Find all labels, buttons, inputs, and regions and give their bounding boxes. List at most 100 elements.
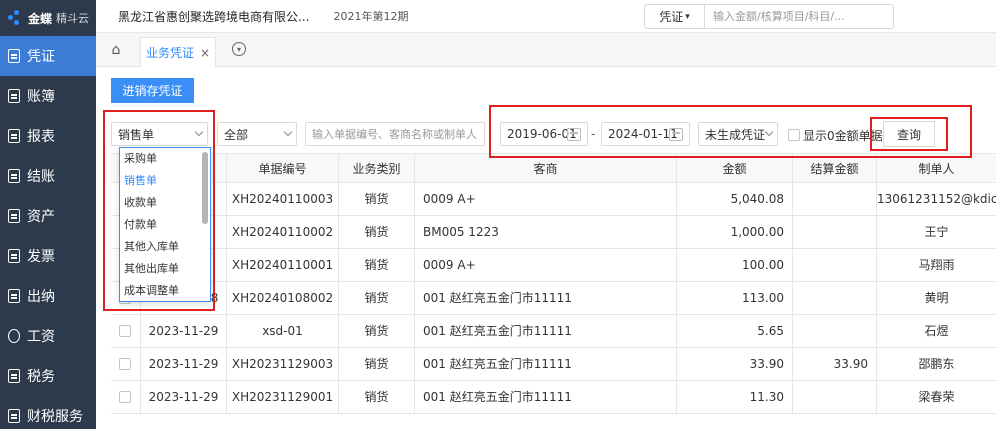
cell-amount: 33.90 — [677, 348, 793, 381]
sidebar-item-tax[interactable]: 税务 — [0, 356, 96, 396]
tab-bar: ⌂ 业务凭证 × ▾ — [96, 33, 996, 67]
sidebar-item-invoice[interactable]: 发票 — [0, 236, 96, 276]
tab-business-voucher[interactable]: 业务凭证 × — [140, 37, 216, 67]
table-row[interactable]: XH20240110002 销货 BM005 1223 1,000.00 王宁 — [111, 216, 996, 249]
sidebar-item-report[interactable]: 报表 — [0, 116, 96, 156]
keyword-input[interactable]: 输入单据编号、客商名称或制单人 — [305, 122, 485, 146]
chevron-down-icon — [283, 127, 293, 137]
cell-cat: 销货 — [339, 216, 415, 249]
cell-maker: 邵鹏东 — [918, 357, 955, 371]
row-checkbox-cell — [111, 315, 141, 348]
row-checkbox[interactable] — [119, 358, 131, 370]
cell-maker: 王宁 — [924, 225, 949, 239]
chevron-down-icon[interactable]: ▾ — [232, 42, 246, 56]
invoice-icon — [8, 249, 20, 263]
header-amount: 金额 — [677, 154, 793, 184]
sidebar-item-label: 发票 — [27, 249, 55, 265]
cell-no: XH20231129003 — [227, 348, 339, 381]
accounting-period: 2021年第12期 — [333, 10, 409, 23]
cell-settle — [793, 381, 877, 414]
logo-icon — [8, 10, 24, 26]
cell-maker: 黄明 — [924, 291, 949, 305]
assets-icon — [8, 209, 20, 223]
sidebar-item-label: 税务 — [27, 369, 55, 385]
brand-name: 金蝶 — [28, 11, 53, 26]
header-doc-no: 单据编号 — [227, 154, 339, 184]
services-icon — [8, 409, 20, 423]
table-row[interactable]: 2023-11-29 XH20231129003 销货 001 赵红亮五金门市1111… — [111, 348, 996, 381]
category-value: 全部 — [224, 127, 249, 142]
sidebar-item-ledger[interactable]: 账簿 — [0, 76, 96, 116]
cell-settle — [793, 315, 877, 348]
annotation-box-query — [870, 117, 948, 151]
company-name[interactable]: 黑龙江省惠创聚选跨境电商有限公... — [118, 8, 309, 25]
chevron-down-icon: ▾ — [685, 11, 690, 22]
sidebar-item-label: 财税服务 — [27, 409, 83, 425]
row-checkbox-cell — [111, 381, 141, 414]
sidebar-item-payroll[interactable]: 工资 — [0, 316, 96, 356]
cell-cat: 销货 — [339, 381, 415, 414]
sidebar-item-assets[interactable]: 资产 — [0, 196, 96, 236]
cell-party: BM005 1223 — [415, 216, 677, 249]
ledger-icon — [8, 89, 20, 103]
cell-party: 001 赵红亮五金门市11111 — [415, 381, 677, 414]
cell-settle — [793, 282, 877, 315]
cell-maker: 马翔雨 — [918, 258, 955, 272]
cell-no: XH20240110002 — [227, 216, 339, 249]
sidebar-item-close[interactable]: 结账 — [0, 156, 96, 196]
table-row[interactable]: 2024-01-08XH20240108002销货001 赵红亮五金门市1111… — [111, 282, 996, 315]
tab-label: 业务凭证 — [145, 46, 194, 60]
row-checkbox[interactable] — [119, 325, 131, 337]
header-maker: 制单人 — [918, 162, 955, 176]
cell-amount: 5,040.08 — [677, 183, 793, 216]
header-category: 业务类别 — [339, 154, 415, 184]
cell-amount: 100.00 — [677, 249, 793, 282]
report-icon — [8, 129, 20, 143]
sidebar-item-cashier[interactable]: 出纳 — [0, 276, 96, 316]
cell-no: XH20231129001 — [227, 381, 339, 414]
cell-maker: 13061231152@kdic — [877, 192, 996, 206]
sidebar-item-voucher[interactable]: 凭证 — [0, 36, 96, 76]
inventory-voucher-button[interactable]: 进销存凭证 — [111, 78, 194, 103]
search-type-select[interactable]: 凭证 ▾ — [645, 5, 705, 28]
table-row[interactable]: 2023-11-29 xsd-01 销货 001 赵红亮五金门市11111 5.65 石煜 — [111, 315, 996, 348]
brand-sub: 精斗云 — [56, 12, 90, 25]
global-search: 凭证 ▾ — [644, 4, 894, 29]
tax-icon — [8, 369, 20, 383]
cell-amount: 1,000.00 — [677, 216, 793, 249]
row-checkbox[interactable] — [119, 391, 131, 403]
header-party: 客商 — [415, 154, 677, 184]
table-row[interactable]: 2023-11-29 XH20231129001 销货 001 赵红亮五金门市1111… — [111, 381, 996, 414]
cell-no: xsd-01 — [227, 315, 339, 348]
cell-cat: 销货 — [339, 249, 415, 282]
category-select[interactable]: 全部 — [217, 122, 297, 146]
sidebar-item-services[interactable]: 财税服务 — [0, 396, 96, 436]
cell-no: XH20240108002 — [227, 282, 339, 315]
cell-date: 2023-11-29 — [141, 315, 227, 348]
close-icon[interactable]: × — [200, 46, 210, 60]
cell-maker: 石煜 — [924, 324, 949, 338]
cell-amount: 113.00 — [677, 282, 793, 315]
home-icon[interactable]: ⌂ — [106, 40, 126, 60]
sidebar-item-label: 报表 — [27, 129, 55, 145]
cell-settle: 33.90 — [793, 348, 877, 381]
cell-party: 0009 A+ — [415, 249, 677, 282]
table-row[interactable]: XH20240110003 销货 0009 A+ 5,040.08 1306123115… — [111, 183, 996, 216]
sidebar-item-label: 结账 — [27, 169, 55, 185]
cell-no: XH20240110001 — [227, 249, 339, 282]
cell-cat: 销货 — [339, 282, 415, 315]
cashier-icon — [8, 289, 20, 303]
cell-cat: 销货 — [339, 348, 415, 381]
sidebar-item-label: 账簿 — [27, 89, 55, 105]
cell-party: 001 赵红亮五金门市11111 — [415, 282, 677, 315]
sidebar: 金蝶 精斗云 凭证 账簿 报表 结账 资产 发票 出纳 工资 税务 财税服务 — [0, 0, 96, 429]
cell-cat: 销货 — [339, 183, 415, 216]
cell-cat: 销货 — [339, 315, 415, 348]
cell-settle — [793, 249, 877, 282]
cell-amount: 5.65 — [677, 315, 793, 348]
search-input[interactable] — [705, 9, 893, 24]
close-period-icon — [8, 169, 20, 183]
header-settle-amount: 结算金额 — [793, 154, 877, 184]
cell-party: 0009 A+ — [415, 183, 677, 216]
table-row[interactable]: XH20240110001 销货 0009 A+ 100.00 马翔雨 — [111, 249, 996, 282]
